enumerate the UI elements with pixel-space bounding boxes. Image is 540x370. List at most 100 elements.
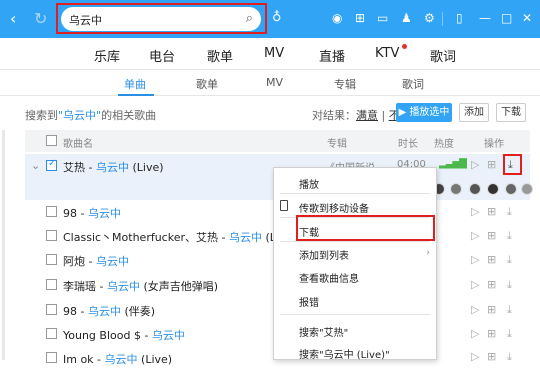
play-icon[interactable]: ▷ — [471, 206, 479, 218]
download-icon[interactable]: ⤓ — [507, 304, 512, 316]
download-icon[interactable]: ⤓ — [507, 254, 512, 266]
download-button[interactable]: 下载 — [496, 103, 526, 122]
play-selected-button[interactable]: ▶ 播放选中 — [396, 103, 452, 122]
download-icon[interactable]: ⤓ — [507, 279, 512, 291]
song-title[interactable]: Classic丶Motherfucker、艾热 - 乌云中 (Live) — [63, 229, 297, 245]
subtab-playlists[interactable]: 歌单 — [196, 76, 218, 92]
row-checkbox[interactable] — [46, 230, 57, 241]
tab-ktv[interactable]: KTV — [375, 46, 399, 61]
song-artist[interactable]: 乌云中 — [229, 231, 262, 244]
song-title[interactable]: 艾热 - 乌云中 (Live) — [63, 159, 164, 175]
add-button[interactable]: 添加 — [459, 103, 489, 122]
row-checkbox[interactable] — [46, 206, 57, 217]
song-artist[interactable]: 乌云中 — [107, 280, 140, 293]
song-title[interactable]: Young Blood $ - 乌云中 — [63, 327, 185, 343]
song-extra: (女声吉他弹唱) — [139, 280, 219, 293]
add-icon[interactable]: ⊞ — [487, 206, 496, 218]
mini-mode-icon[interactable]: ▯ — [456, 11, 463, 25]
avatar[interactable] — [521, 183, 533, 195]
heat-bars: ▂▃▅▇ — [439, 158, 467, 169]
message-icon[interactable]: ▭ — [377, 11, 388, 25]
play-icon[interactable]: ▷ — [471, 304, 479, 316]
play-icon[interactable]: ▷ — [471, 351, 479, 363]
download-icon[interactable]: ⤓ — [507, 351, 512, 363]
menu-item-report-error[interactable]: 报错 — [299, 294, 319, 309]
avatar[interactable] — [450, 183, 462, 195]
highlight-box-download-menu — [296, 215, 435, 241]
add-icon[interactable]: ⊞ — [487, 279, 496, 291]
avatar[interactable] — [469, 183, 481, 195]
add-icon[interactable]: ⊞ — [487, 304, 496, 316]
play-icon[interactable]: ▷ — [471, 254, 479, 266]
avatar[interactable] — [505, 183, 517, 195]
row-checkbox[interactable] — [46, 352, 57, 363]
song-title[interactable]: 98 - 乌云中 — [63, 205, 121, 221]
download-icon[interactable]: ⤓ — [507, 328, 512, 340]
maximize-icon[interactable]: □ — [501, 11, 512, 25]
song-name: 李瑞瑶 - — [63, 280, 107, 293]
song-title[interactable]: 98 - 乌云中 (伴奏) — [63, 303, 155, 319]
song-title[interactable]: 李瑞瑶 - 乌云中 (女声吉他弹唱) — [63, 278, 218, 294]
download-icon[interactable]: ⤓ — [507, 206, 512, 218]
subtab-songs[interactable]: 单曲 — [124, 76, 146, 92]
tab-radio[interactable]: 电台 — [149, 46, 175, 65]
song-artist[interactable]: 乌云中 — [152, 329, 185, 342]
scrollbar[interactable] — [2, 130, 5, 360]
subtab-albums[interactable]: 专辑 — [334, 76, 356, 92]
voice-search-icon[interactable]: ♁ — [272, 10, 282, 25]
add-icon[interactable]: ⊞ — [487, 159, 496, 171]
info-prefix: 搜索到 — [25, 109, 58, 122]
col-duration: 时长 — [398, 139, 418, 150]
settings-icon[interactable]: ⚙ — [424, 11, 435, 25]
song-artist[interactable]: 乌云中 — [96, 255, 129, 268]
song-artist[interactable]: 乌云中 — [88, 305, 121, 318]
subtab-mv[interactable]: MV — [266, 76, 283, 89]
search-result-info: 搜索到"乌云中"的相关歌曲 — [25, 107, 156, 123]
add-icon[interactable]: ⊞ — [487, 351, 496, 363]
tab-library[interactable]: 乐库 — [94, 46, 120, 65]
play-icon[interactable]: ▷ — [471, 230, 479, 242]
menu-separator — [280, 193, 430, 194]
tab-playlist[interactable]: 歌单 — [207, 46, 233, 65]
song-name: 阿炮 - — [63, 255, 96, 268]
skin-icon[interactable]: ♟ — [401, 11, 412, 25]
avatar[interactable] — [487, 183, 499, 195]
row-checkbox[interactable] — [46, 304, 57, 315]
menu-item-send-to-device[interactable]: 传歌到移动设备 — [299, 200, 369, 215]
back-icon[interactable]: ‹ — [10, 10, 16, 28]
apps-grid-icon[interactable]: ⊞ — [355, 11, 365, 25]
menu-item-song-info[interactable]: 查看歌曲信息 — [299, 270, 359, 285]
add-icon[interactable]: ⊞ — [487, 328, 496, 340]
download-icon[interactable]: ⤓ — [507, 230, 512, 242]
song-title[interactable]: Im ok - 乌云中 (Live) — [63, 351, 172, 367]
subtab-lyrics[interactable]: 歌词 — [402, 76, 424, 92]
play-icon[interactable]: ▷ — [471, 279, 479, 291]
select-all-checkbox[interactable] — [46, 135, 57, 146]
song-artist[interactable]: 乌云中 — [88, 207, 121, 220]
row-checkbox[interactable] — [46, 158, 57, 171]
play-icon[interactable]: ▷ — [471, 328, 479, 340]
song-name: Young Blood $ - — [63, 329, 152, 342]
menu-item-search-artist[interactable]: 搜索"艾热" — [299, 324, 348, 339]
add-icon[interactable]: ⊞ — [487, 254, 496, 266]
tab-mv[interactable]: MV — [264, 46, 284, 61]
row-checkbox[interactable] — [46, 254, 57, 265]
tab-live[interactable]: 直播 — [319, 46, 345, 65]
song-artist[interactable]: 乌云中 — [96, 161, 129, 174]
menu-item-search-song[interactable]: 搜索"乌云中 (Live)" — [299, 346, 390, 361]
song-title[interactable]: 阿炮 - 乌云中 — [63, 253, 129, 269]
row-checkbox[interactable] — [46, 328, 57, 339]
menu-item-play[interactable]: 播放 — [299, 176, 319, 191]
song-extra: (Live) — [128, 161, 164, 174]
satisfied-link[interactable]: 满意 — [356, 109, 378, 122]
expand-icon[interactable]: ⌄ — [31, 160, 40, 172]
minimize-icon[interactable]: — — [479, 11, 491, 25]
row-checkbox[interactable] — [46, 279, 57, 290]
add-icon[interactable]: ⊞ — [487, 230, 496, 242]
refresh-icon[interactable]: ↻ — [34, 10, 47, 28]
close-icon[interactable]: ✕ — [522, 11, 532, 25]
play-icon[interactable]: ▷ — [471, 159, 479, 171]
menu-item-add-to-list[interactable]: 添加到列表 — [299, 247, 349, 262]
play-circle-icon[interactable]: ◉ — [332, 11, 342, 25]
tab-lyrics[interactable]: 歌词 — [430, 46, 456, 65]
